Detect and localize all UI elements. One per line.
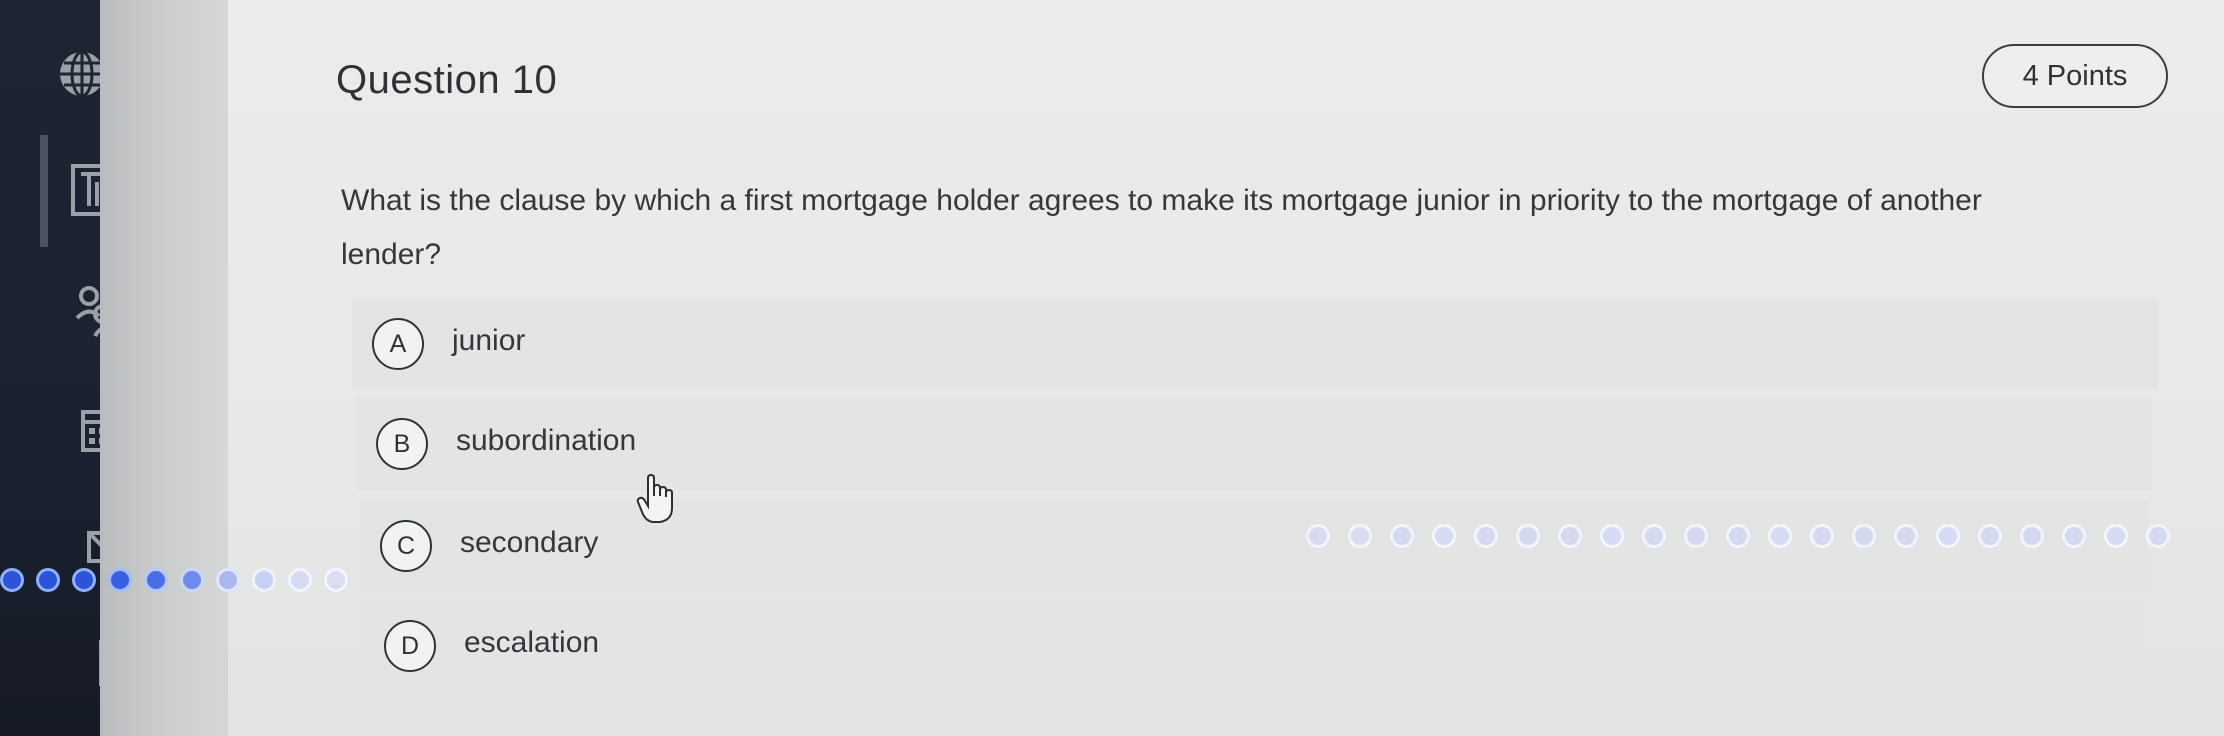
content-gutter [100, 0, 230, 736]
option-text-d: escalation [464, 626, 600, 659]
hand-cursor-icon [636, 473, 676, 526]
question-title: Question 10 [336, 58, 558, 102]
sidebar-active-indicator [40, 135, 48, 247]
screen-glare-left [0, 568, 348, 592]
answer-option-b[interactable]: B subordination [356, 398, 2152, 490]
points-badge: 4 Points [1982, 44, 2168, 108]
option-text-c: secondary [460, 526, 599, 559]
answer-option-d[interactable]: D escalation [364, 600, 2144, 692]
answer-option-a[interactable]: A junior [352, 298, 2158, 390]
screen-glare-right [1306, 524, 2170, 548]
app-sidebar [0, 0, 135, 736]
option-letter-c: C [380, 520, 432, 572]
option-letter-a: A [372, 318, 424, 370]
option-letter-b: B [376, 418, 428, 470]
screen: Question 10 4 Points What is the clause … [0, 0, 2224, 736]
question-text: What is the clause by which a first mort… [341, 184, 1982, 271]
option-text-b: subordination [456, 424, 637, 457]
option-letter-d: D [384, 620, 436, 672]
option-text-a: junior [452, 324, 526, 357]
